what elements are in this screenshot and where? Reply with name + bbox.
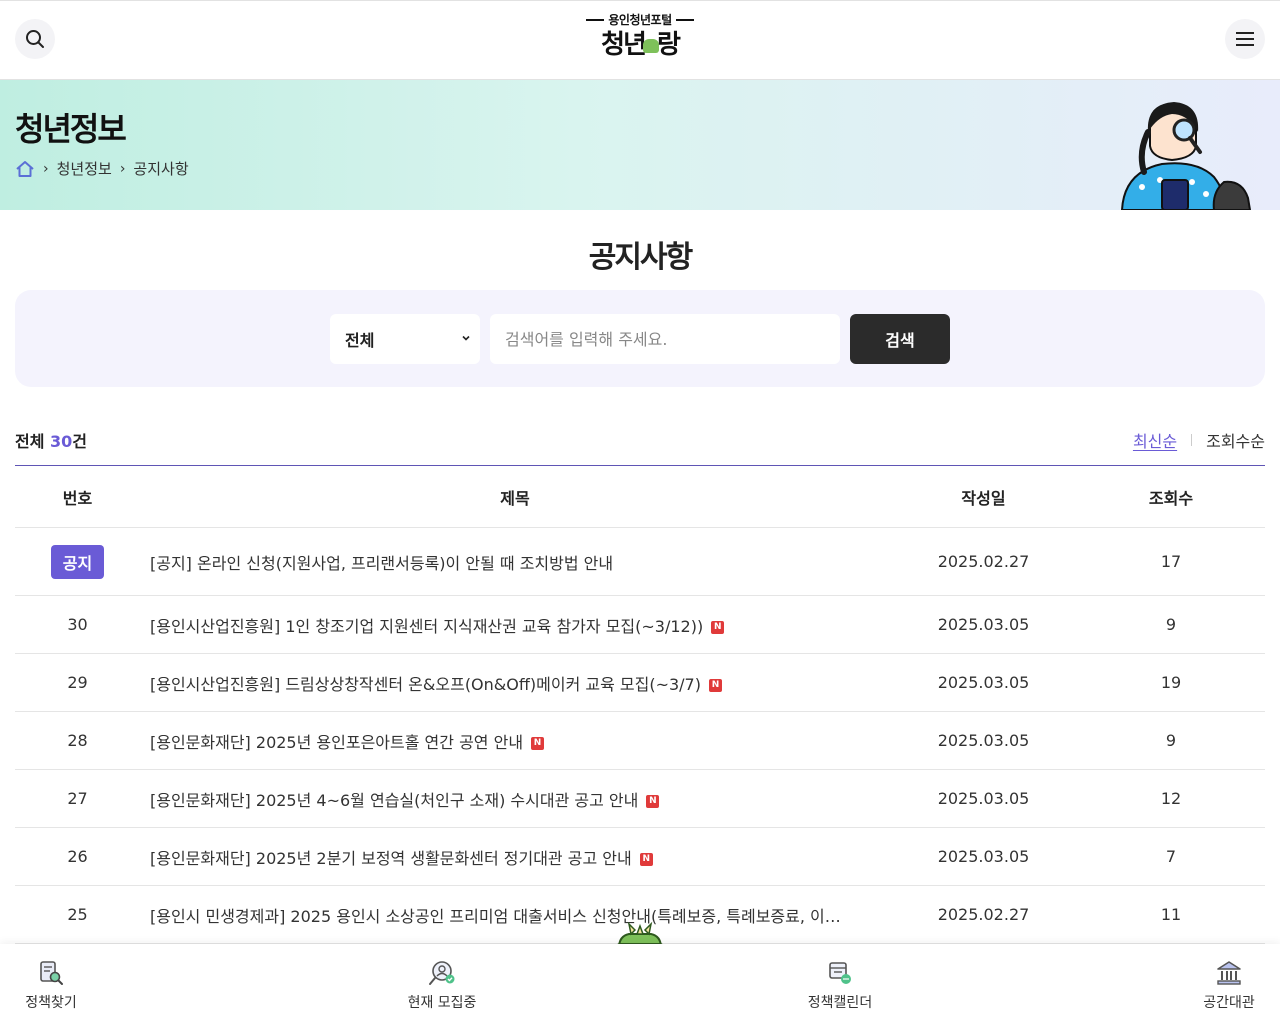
table-row[interactable]: 26 [용인문화재단] 2025년 2분기 보정역 생활문화센터 정기대관 공고… <box>15 828 1265 886</box>
header-views: 조회수 <box>1148 488 1194 508</box>
row-date: 2025.03.05 <box>937 731 1030 750</box>
row-date: 2025.02.27 <box>937 552 1030 571</box>
character-magnifier-illustration <box>1120 102 1252 210</box>
row-views: 12 <box>1160 789 1182 808</box>
row-number: 30 <box>67 615 88 634</box>
search-button[interactable] <box>15 19 55 59</box>
logo-subtitle: 용인청년포털 <box>570 11 710 28</box>
site-logo[interactable]: 용인청년포털 청년 랑 <box>570 11 710 71</box>
row-title-link[interactable]: [용인문화재단] 2025년 2분기 보정역 생활문화센터 정기대관 공고 안내 <box>150 849 632 868</box>
calendar-chat-icon <box>829 962 851 984</box>
notice-badge: 공지 <box>50 544 105 579</box>
nav-label: 정책캘린더 <box>807 995 873 1011</box>
row-views: 19 <box>1160 673 1182 692</box>
nav-now-recruiting[interactable]: 현재 모집중 <box>400 960 484 1012</box>
row-title-link[interactable]: [용인문화재단] 2025년 4~6월 연습실(처인구 소재) 수시대관 공고 … <box>150 791 638 810</box>
row-date: 2025.03.05 <box>937 673 1030 692</box>
category-select-value: 전체 <box>345 331 375 350</box>
row-number: 29 <box>67 673 88 692</box>
row-number: 27 <box>67 789 88 808</box>
header-number: 번호 <box>62 488 93 508</box>
sort-views[interactable]: 조회수순 <box>1206 428 1265 452</box>
sort-divider <box>1191 434 1193 446</box>
row-views: 9 <box>1165 615 1177 634</box>
category-select[interactable]: 전체 <box>330 314 480 364</box>
notice-table: 번호 제목 작성일 조회수 공지 [공지] 온라인 신청(지원사업, 프리랜서등… <box>15 465 1265 944</box>
nav-policy-search[interactable]: 정책찾기 <box>15 960 87 1012</box>
sort-options: 최신순 조회수순 <box>1133 428 1265 452</box>
row-views: 7 <box>1165 847 1177 866</box>
table-row[interactable]: 29 [용인시산업진흥원] 드림상상창작센터 온&오프(On&Off)메이커 교… <box>15 654 1265 712</box>
document-search-icon <box>40 961 63 985</box>
header-title: 제목 <box>500 488 530 508</box>
row-title-link[interactable]: [용인시산업진흥원] 드림상상창작센터 온&오프(On&Off)메이커 교육 모… <box>150 675 701 694</box>
nav-label: 정책찾기 <box>25 995 77 1011</box>
row-title-link[interactable]: [용인시산업진흥원] 1인 창조기업 지원센터 지식재산권 교육 참가자 모집(… <box>150 617 703 636</box>
row-title-link[interactable]: [용인문화재단] 2025년 용인포은아트홀 연간 공연 안내 <box>150 733 523 752</box>
nav-label: 공간대관 <box>1203 995 1255 1011</box>
new-badge: N <box>711 620 725 634</box>
search-panel: 전체 검색 <box>15 290 1265 387</box>
sort-latest[interactable]: 최신순 <box>1133 428 1177 452</box>
new-badge: N <box>531 736 545 750</box>
search-submit-button[interactable]: 검색 <box>850 314 950 364</box>
row-number: 25 <box>67 905 88 924</box>
table-header: 번호 제목 작성일 조회수 <box>15 466 1265 528</box>
new-badge: N <box>639 852 653 866</box>
person-search-icon <box>429 961 455 985</box>
row-views: 17 <box>1160 552 1182 571</box>
row-date: 2025.03.05 <box>937 615 1030 634</box>
menu-button[interactable] <box>1225 19 1265 59</box>
hero-title: 청년정보 <box>15 110 127 148</box>
hamburger-menu-icon <box>1236 32 1254 46</box>
breadcrumb-separator: › <box>119 160 126 177</box>
site-header: 용인청년포털 청년 랑 <box>0 0 1280 80</box>
result-count: 전체 30건 <box>15 432 88 451</box>
bottom-navigation: 정책찾기 현재 모집중 정책캘린더 공간대관 <box>0 944 1280 1024</box>
hero-banner: 청년정보 › 청년정보 › 공지사항 <box>0 80 1280 210</box>
table-row[interactable]: 27 [용인문화재단] 2025년 4~6월 연습실(처인구 소재) 수시대관 … <box>15 770 1265 828</box>
table-row[interactable]: 28 [용인문화재단] 2025년 용인포은아트홀 연간 공연 안내 N 2025… <box>15 712 1265 770</box>
breadcrumb-item-youth-info[interactable]: 청년정보 <box>57 158 112 179</box>
table-row[interactable]: 30 [용인시산업진흥원] 1인 창조기업 지원센터 지식재산권 교육 참가자 … <box>15 596 1265 654</box>
row-views: 9 <box>1165 731 1177 750</box>
row-title-link[interactable]: [용인시 민생경제과] 2025 용인시 소상공인 프리미엄 대출서비스 신청안… <box>150 907 841 926</box>
chevron-down-icon <box>462 335 470 341</box>
search-icon <box>26 30 44 48</box>
row-views: 11 <box>1160 905 1182 924</box>
row-date: 2025.03.05 <box>937 789 1030 808</box>
row-number: 26 <box>67 847 88 866</box>
breadcrumb-item-notice[interactable]: 공지사항 <box>133 158 188 179</box>
header-date: 작성일 <box>961 488 1006 508</box>
breadcrumb-separator: › <box>43 160 49 177</box>
new-badge: N <box>646 794 660 808</box>
home-icon[interactable] <box>15 160 35 178</box>
building-icon <box>1217 961 1241 985</box>
breadcrumb: › 청년정보 › 공지사항 <box>15 158 189 179</box>
nav-space-rental[interactable]: 공간대관 <box>1195 960 1263 1012</box>
logo-title: 청년 랑 <box>601 30 681 60</box>
row-date: 2025.02.27 <box>937 905 1030 924</box>
search-input[interactable] <box>490 314 840 364</box>
row-number: 28 <box>67 731 88 750</box>
page-title: 공지사항 <box>588 240 693 275</box>
nav-policy-calendar[interactable]: 정책캘린더 <box>800 960 880 1012</box>
row-date: 2025.03.05 <box>937 847 1030 866</box>
row-title-link[interactable]: [공지] 온라인 신청(지원사업, 프리랜서등록)이 안될 때 조치방법 안내 <box>150 554 613 573</box>
new-badge: N <box>708 678 722 692</box>
table-row[interactable]: 공지 [공지] 온라인 신청(지원사업, 프리랜서등록)이 안될 때 조치방법 … <box>15 528 1265 596</box>
nav-label: 현재 모집중 <box>407 995 477 1011</box>
